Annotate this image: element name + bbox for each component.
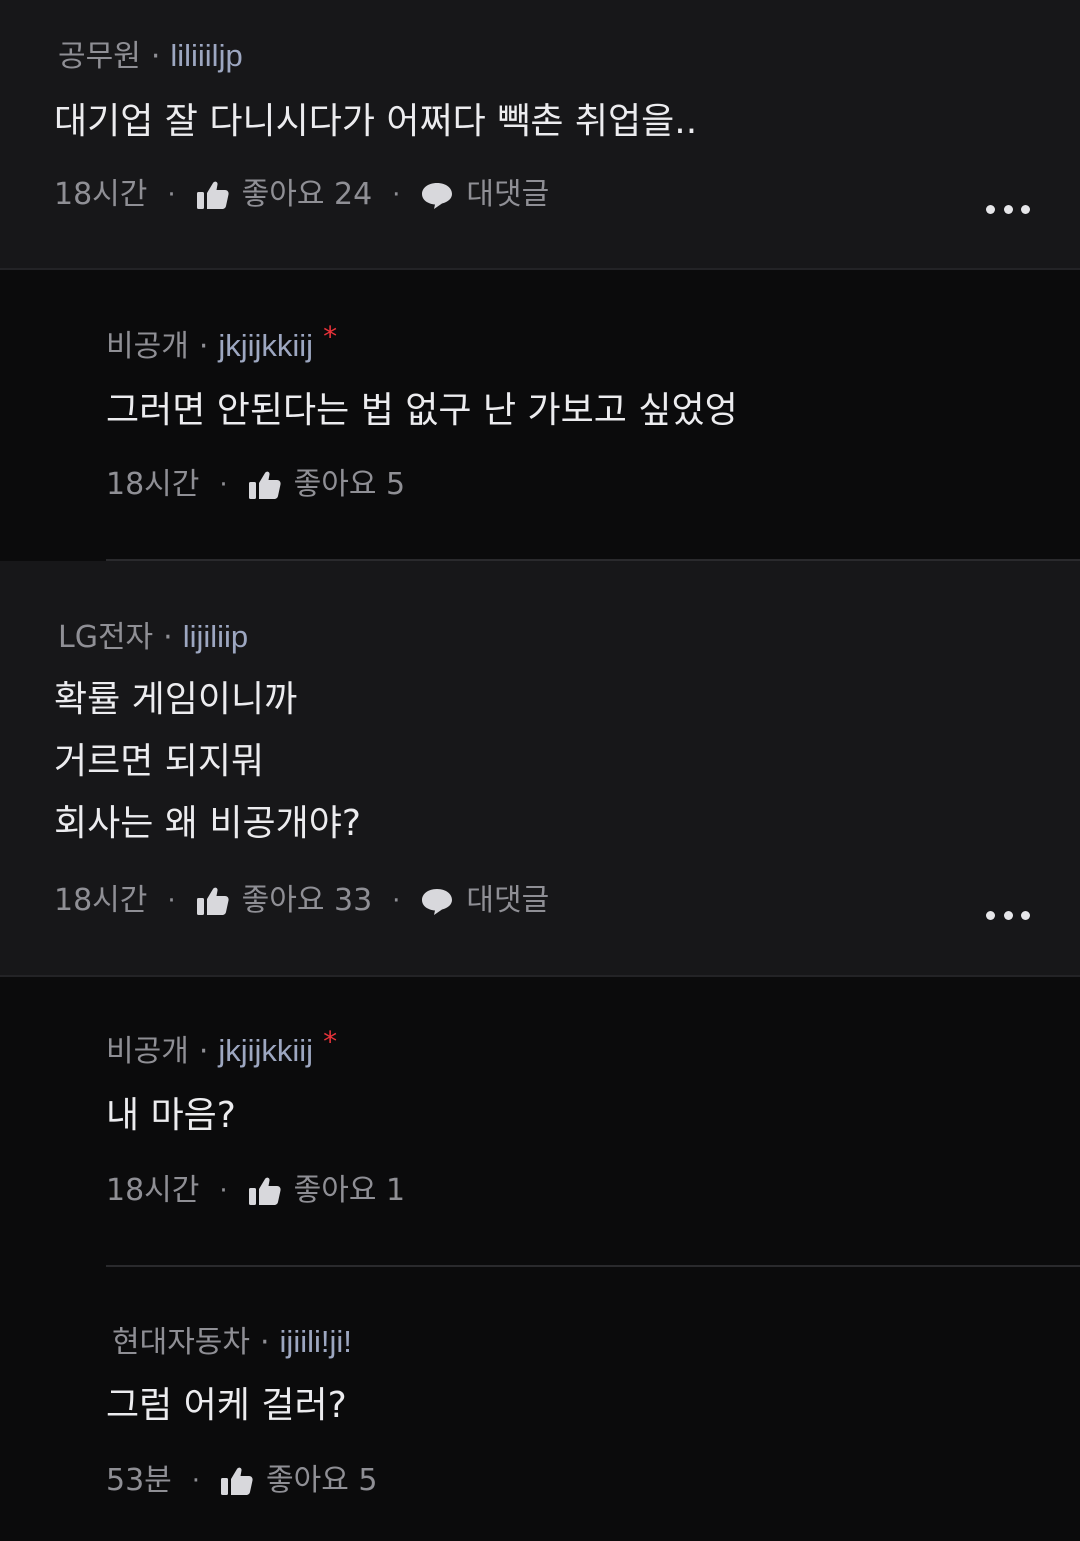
comment-line: 그럼 어케 걸러? xyxy=(106,1385,347,1426)
author-username[interactable]: liliiiljp xyxy=(170,38,242,73)
comment-line: 회사는 왜 비공개야? xyxy=(54,803,361,844)
reply-item: 비공개 · jkjijkkiij * 그러면 안된다는 법 없구 난 가보고 싶었엉 … xyxy=(0,270,1080,560)
reply-label: 대댓글 xyxy=(466,883,550,918)
more-dots-icon xyxy=(986,204,995,214)
reply-item: 비공개 · jkjijkkiij * 내 마음? 18시간 · 좋아요 1 xyxy=(0,977,1080,1265)
reply-item: 현대자동차 · ijiili!ji! 그럼 어케 걸러? 53분 · 좋아요 5 xyxy=(0,1267,1080,1541)
action-separator: · xyxy=(219,1176,228,1206)
speech-bubble-icon xyxy=(420,886,454,916)
comment-text: 그러면 안된다는 법 없구 난 가보고 싶었엉 xyxy=(106,380,738,442)
author-username[interactable]: jkjijkkiij xyxy=(218,328,313,363)
comment-meta: LG전자 · lijiliip xyxy=(58,621,248,653)
like-button[interactable]: 좋아요 24 xyxy=(196,177,373,212)
comment-meta: 비공개 · jkjijkkiij * xyxy=(106,323,337,364)
action-separator: · xyxy=(392,886,401,916)
more-dots-icon xyxy=(986,910,995,920)
like-count: 좋아요 33 xyxy=(241,883,373,918)
action-separator: · xyxy=(191,1466,201,1496)
comment-text: 확률 게임이니까 거르면 되지뭐 회사는 왜 비공개야? xyxy=(54,669,361,855)
comment-item: 공무원 · liliiiljp 대기업 잘 다니시다가 어쩌다 빽촌 취업을.. 1… xyxy=(0,0,1080,268)
comment-text: 대기업 잘 다니시다가 어쩌다 빽촌 취업을.. xyxy=(54,91,697,153)
comment-meta: 현대자동차 · ijiili!ji! xyxy=(112,1326,352,1358)
author-username[interactable]: lijiliip xyxy=(183,619,248,654)
action-separator: · xyxy=(219,470,228,500)
thumbs-up-icon xyxy=(248,1176,282,1206)
thumbs-up-icon xyxy=(196,180,230,210)
meta-separator: · xyxy=(150,39,161,74)
author-company[interactable]: LG전자 xyxy=(58,620,153,655)
like-button[interactable]: 좋아요 5 xyxy=(220,1466,377,1496)
comment-line: 거르면 되지뭐 xyxy=(54,741,265,782)
comment-line: 그러면 안된다는 법 없구 난 가보고 싶었엉 xyxy=(106,390,738,431)
author-company[interactable]: 비공개 xyxy=(106,329,189,364)
more-options-button[interactable] xyxy=(986,203,1030,215)
comment-meta: 공무원 · liliiiljp xyxy=(58,40,243,72)
comment-actions: 18시간 · 좋아요 33 · 대댓글 xyxy=(54,886,549,916)
like-button[interactable]: 좋아요 33 xyxy=(196,883,373,918)
verified-badge: * xyxy=(323,1025,338,1058)
comment-line: 내 마음? xyxy=(106,1095,236,1136)
reply-button[interactable]: 대댓글 xyxy=(420,180,549,210)
author-company[interactable]: 현대자동차 xyxy=(112,1325,250,1360)
meta-separator: · xyxy=(198,1034,209,1069)
action-separator: · xyxy=(167,886,176,916)
like-count: 좋아요 5 xyxy=(293,467,406,502)
comment-meta: 비공개 · jkjijkkiij * xyxy=(106,1028,337,1069)
like-count: 좋아요 5 xyxy=(266,1463,378,1498)
verified-badge: * xyxy=(323,320,338,353)
comment-text: 내 마음? xyxy=(106,1085,236,1147)
comment-line: 대기업 잘 다니시다가 어쩌다 빽촌 취업을.. xyxy=(54,101,698,142)
comment-time: 53분 xyxy=(106,1463,172,1498)
like-count: 좋아요 1 xyxy=(293,1173,406,1208)
comment-actions: 18시간 · 좋아요 1 xyxy=(106,1176,405,1206)
author-username[interactable]: ijiili!ji! xyxy=(280,1324,352,1359)
like-button[interactable]: 좋아요 1 xyxy=(248,1176,405,1206)
thumbs-up-icon xyxy=(248,470,282,500)
comment-time: 18시간 xyxy=(54,177,148,212)
thumbs-up-icon xyxy=(196,886,230,916)
comment-time: 18시간 xyxy=(106,1173,200,1208)
comment-actions: 53분 · 좋아요 5 xyxy=(106,1466,377,1496)
reply-button[interactable]: 대댓글 xyxy=(420,886,549,916)
like-count: 좋아요 24 xyxy=(241,177,373,212)
like-button[interactable]: 좋아요 5 xyxy=(248,470,405,500)
comment-feed: 공무원 · liliiiljp 대기업 잘 다니시다가 어쩌다 빽촌 취업을.. 1… xyxy=(0,0,1080,1541)
author-company[interactable]: 비공개 xyxy=(106,1034,189,1069)
author-username[interactable]: jkjijkkiij xyxy=(218,1033,313,1068)
reply-label: 대댓글 xyxy=(466,177,550,212)
author-company[interactable]: 공무원 xyxy=(58,39,141,74)
comment-time: 18시간 xyxy=(106,467,200,502)
speech-bubble-icon xyxy=(420,180,454,210)
action-separator: · xyxy=(167,180,176,210)
more-options-button[interactable] xyxy=(986,909,1030,921)
comment-time: 18시간 xyxy=(54,883,148,918)
meta-separator: · xyxy=(198,329,209,364)
comment-line: 확률 게임이니까 xyxy=(54,679,298,720)
comment-item: LG전자 · lijiliip 확률 게임이니까 거르면 되지뭐 회사는 왜 비공개… xyxy=(0,561,1080,975)
action-separator: · xyxy=(392,180,401,210)
comment-actions: 18시간 · 좋아요 5 xyxy=(106,470,405,500)
meta-separator: · xyxy=(163,620,173,655)
comment-text: 그럼 어케 걸러? xyxy=(106,1375,347,1437)
comment-actions: 18시간 · 좋아요 24 · 대댓글 xyxy=(54,180,549,210)
meta-separator: · xyxy=(260,1325,270,1360)
thumbs-up-icon xyxy=(220,1466,254,1496)
